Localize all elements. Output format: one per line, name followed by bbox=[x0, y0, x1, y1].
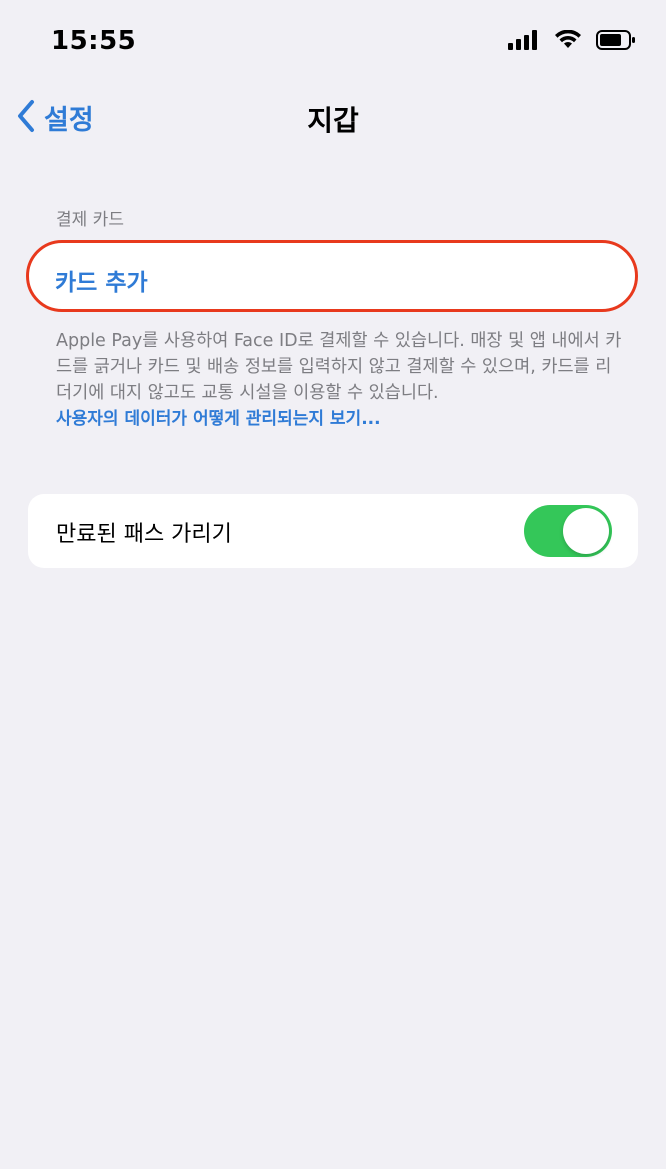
data-management-link[interactable]: 사용자의 데이터가 어떻게 관리되는지 보기... bbox=[56, 406, 626, 432]
status-bar: 15:55 bbox=[0, 0, 666, 90]
hide-expired-passes-row: 만료된 패스 가리기 bbox=[28, 494, 638, 568]
navigation-bar: 설정 지갑 bbox=[0, 90, 666, 150]
battery-icon bbox=[596, 30, 636, 54]
toggle-knob bbox=[563, 508, 609, 554]
payment-cards-header: 결제 카드 bbox=[56, 210, 124, 230]
wifi-icon bbox=[554, 29, 582, 54]
page-title: 지갑 bbox=[307, 104, 359, 137]
add-card-button[interactable]: 카드 추가 bbox=[26, 240, 638, 312]
apple-pay-description: Apple Pay를 사용하여 Face ID로 결제할 수 있습니다. 매장 … bbox=[56, 328, 626, 432]
status-icons bbox=[508, 29, 636, 54]
cellular-signal-icon bbox=[508, 30, 540, 54]
add-card-label: 카드 추가 bbox=[55, 270, 148, 296]
status-time: 15:55 bbox=[51, 26, 137, 56]
apple-pay-description-text: Apple Pay를 사용하여 Face ID로 결제할 수 있습니다. 매장 … bbox=[56, 331, 622, 403]
hide-expired-passes-toggle[interactable] bbox=[524, 505, 612, 557]
hide-expired-passes-label: 만료된 패스 가리기 bbox=[56, 522, 232, 547]
